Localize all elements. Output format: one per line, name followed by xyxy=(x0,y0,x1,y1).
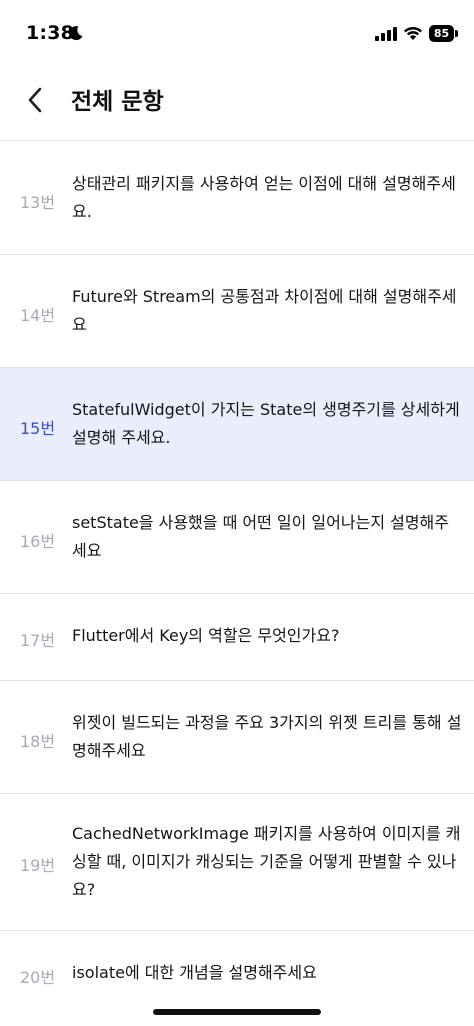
question-item[interactable]: 17번 Flutter에서 Key의 역할은 무엇인가요? xyxy=(0,594,474,681)
question-item[interactable]: 19번 CachedNetworkImage 패키지를 사용하여 이미지를 캐싱… xyxy=(0,794,474,931)
cellular-signal-icon xyxy=(375,27,397,41)
question-item-active[interactable]: 15번 StatefulWidget이 가지는 State의 생명주기를 상세하… xyxy=(0,368,474,481)
question-text: 위젯이 빌드되는 과정을 주요 3가지의 위젯 트리를 통해 설명해주세요 xyxy=(72,713,462,760)
status-bar: 1:38 85 xyxy=(0,0,474,62)
moon-icon xyxy=(69,26,83,41)
question-number: 17번 xyxy=(20,631,56,650)
question-number: 19번 xyxy=(20,856,56,875)
question-text: CachedNetworkImage 패키지를 사용하여 이미지를 캐싱할 때,… xyxy=(72,824,461,899)
battery-icon: 85 xyxy=(429,25,459,42)
question-item[interactable]: 16번 setState을 사용했을 때 어떤 일이 일어나는지 설명해주세요 xyxy=(0,481,474,594)
question-number: 18번 xyxy=(20,732,56,751)
question-item[interactable]: 20번 isolate에 대한 개념을 설명해주세요 xyxy=(0,931,474,1021)
question-number: 13번 xyxy=(20,193,56,212)
page-title: 전체 문항 xyxy=(71,89,164,115)
question-number: 15번 xyxy=(20,419,56,438)
battery-level: 85 xyxy=(433,27,450,40)
question-item[interactable]: 14번 Future와 Stream의 공통점과 차이점에 대해 설명해주세요 xyxy=(0,255,474,368)
question-text: StatefulWidget이 가지는 State의 생명주기를 상세하게 설명… xyxy=(72,400,460,447)
question-number: 20번 xyxy=(20,968,56,987)
back-chevron-icon[interactable] xyxy=(20,84,52,116)
question-number: 16번 xyxy=(20,532,56,551)
question-text: Future와 Stream의 공통점과 차이점에 대해 설명해주세요 xyxy=(72,287,457,334)
question-text: 상태관리 패키지를 사용하여 얻는 이점에 대해 설명해주세요. xyxy=(72,174,456,221)
header: 전체 문항 xyxy=(0,62,474,141)
question-text: Flutter에서 Key의 역할은 무엇인가요? xyxy=(72,626,340,645)
home-indicator xyxy=(153,1009,321,1015)
question-text: isolate에 대한 개념을 설명해주세요 xyxy=(72,963,317,982)
question-item[interactable]: 13번 상태관리 패키지를 사용하여 얻는 이점에 대해 설명해주세요. xyxy=(0,141,474,255)
question-list: 13번 상태관리 패키지를 사용하여 얻는 이점에 대해 설명해주세요. 14번… xyxy=(0,141,474,1021)
status-time: 1:38 xyxy=(26,22,75,44)
wifi-icon xyxy=(404,26,422,40)
question-item[interactable]: 18번 위젯이 빌드되는 과정을 주요 3가지의 위젯 트리를 통해 설명해주세… xyxy=(0,681,474,794)
question-number: 14번 xyxy=(20,306,56,325)
question-text: setState을 사용했을 때 어떤 일이 일어나는지 설명해주세요 xyxy=(72,513,450,560)
